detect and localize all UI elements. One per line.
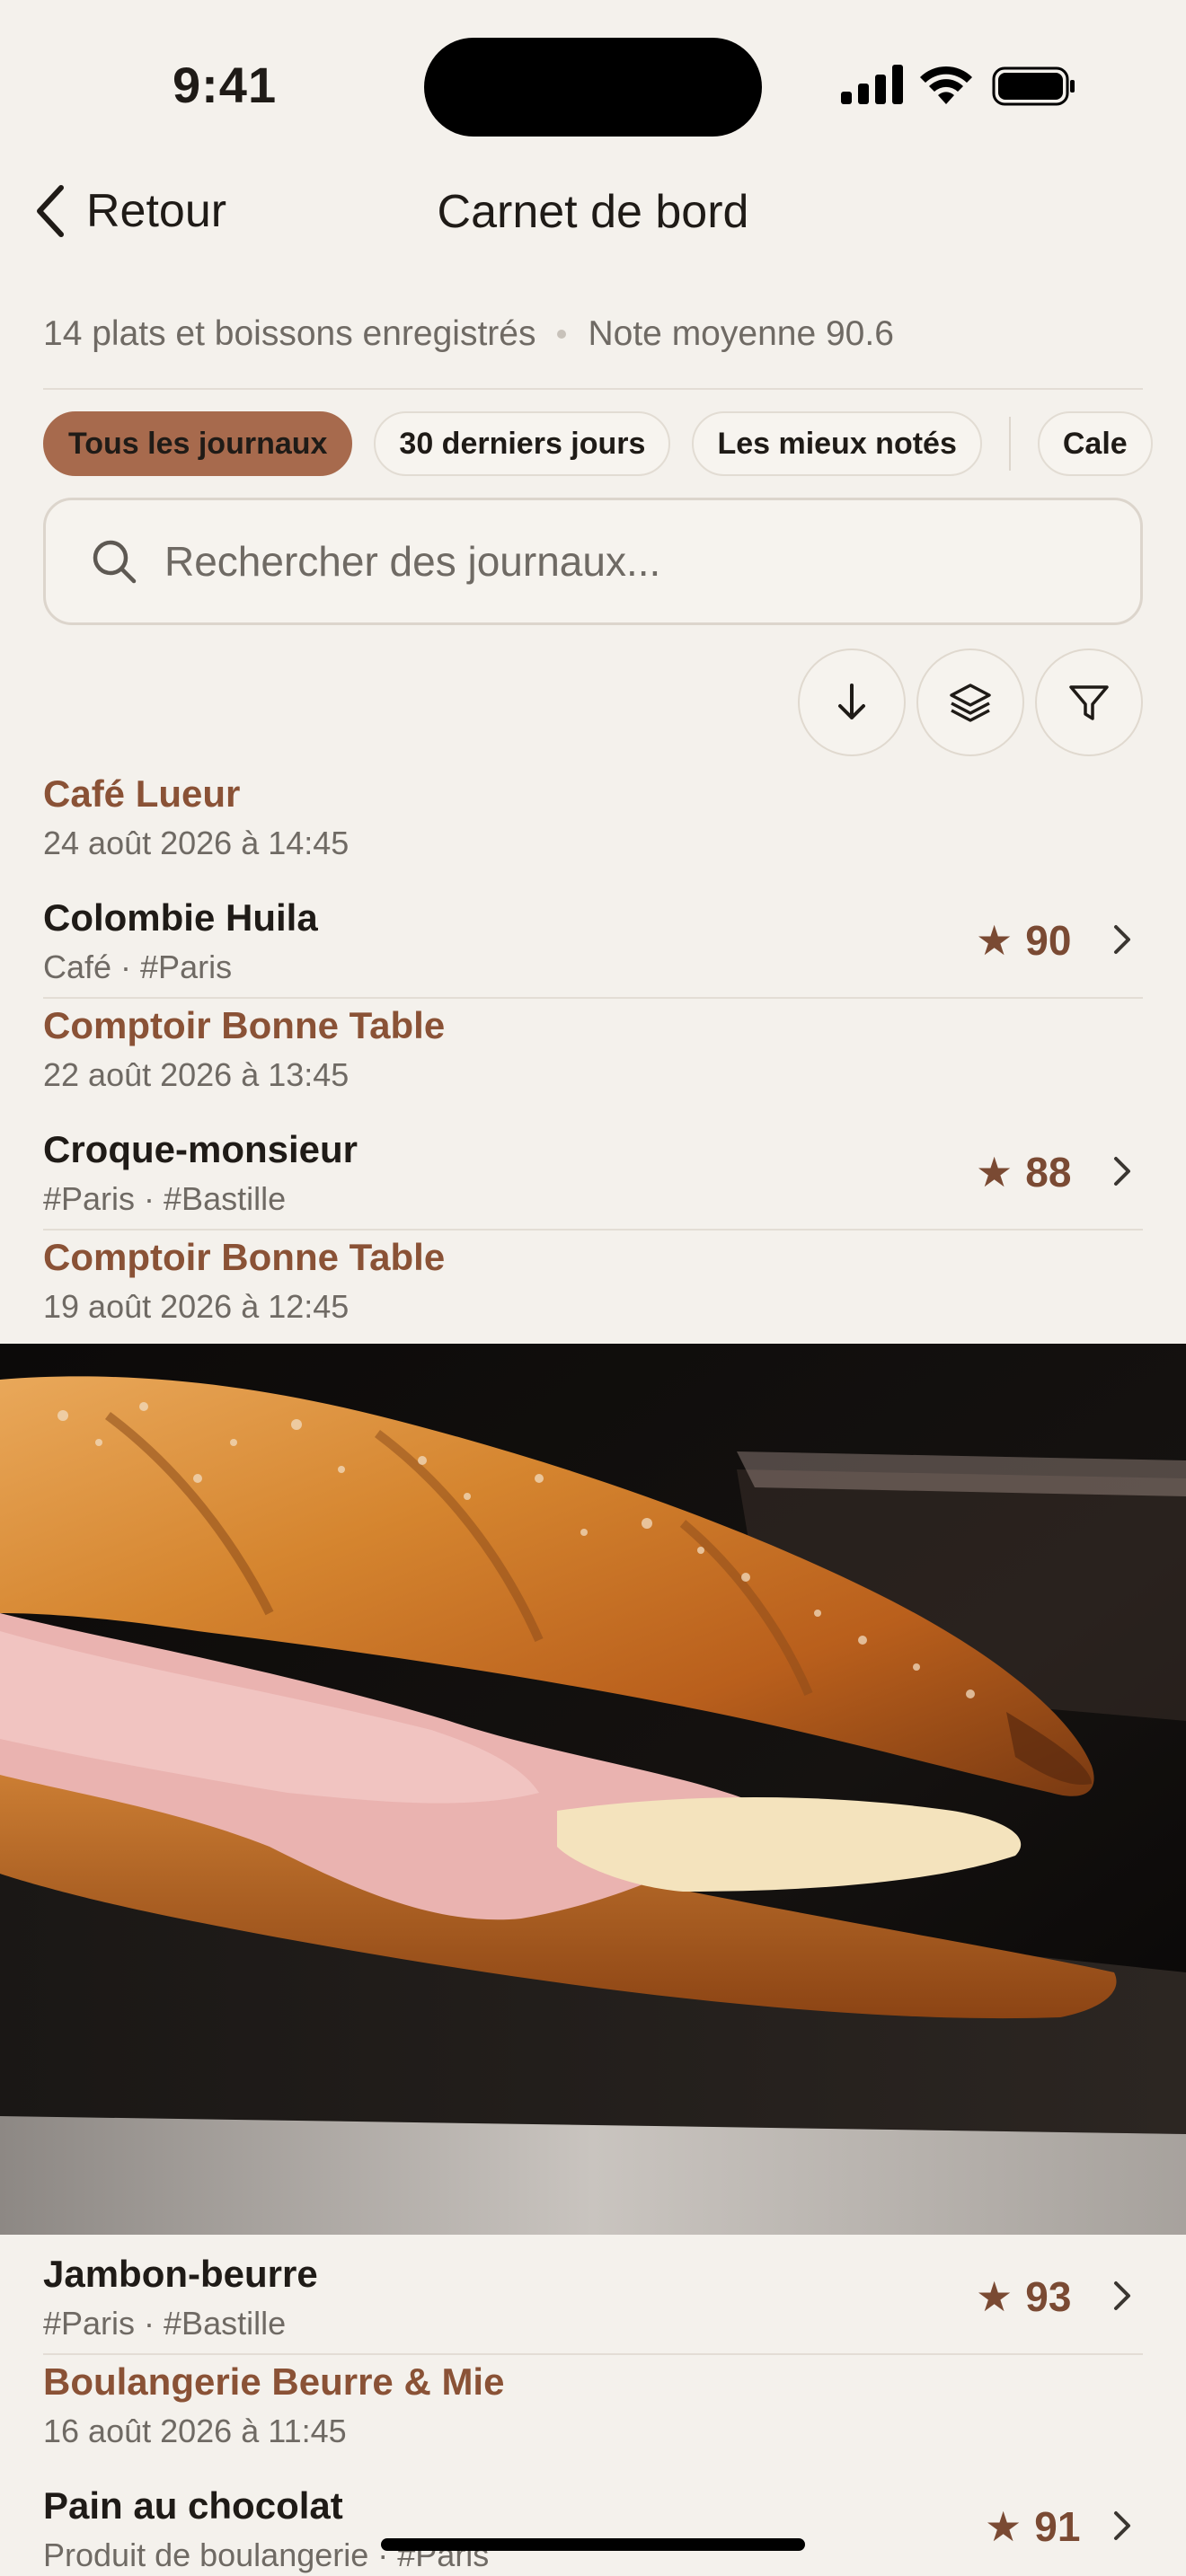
jambon-beurre-photo bbox=[0, 1344, 1186, 2235]
filter-chip-top-rated[interactable]: Les mieux notés bbox=[692, 411, 982, 476]
filter-chip-all[interactable]: Tous les journaux bbox=[43, 411, 353, 476]
entry-name[interactable]: Colombie Huila bbox=[43, 896, 318, 940]
home-indicator[interactable] bbox=[381, 2538, 805, 2551]
group-button[interactable] bbox=[916, 648, 1024, 756]
star-icon: ★ bbox=[976, 1149, 1013, 1195]
chip-divider bbox=[1008, 417, 1011, 471]
entry-tags: #Paris · #Bastille bbox=[43, 1180, 287, 1217]
entry-tags: #Paris · #Bastille bbox=[43, 2305, 287, 2342]
entry-venue[interactable]: Comptoir Bonne Table bbox=[43, 1004, 445, 1047]
average-rating: Note moyenne 90.6 bbox=[588, 314, 894, 353]
entry-venue[interactable]: Café Lueur bbox=[43, 772, 240, 816]
filter-icon bbox=[1069, 685, 1109, 720]
summary-line: 14 plats et boissons enregistrés Note mo… bbox=[43, 314, 894, 354]
chevron-right-icon[interactable] bbox=[1111, 922, 1134, 957]
sort-button[interactable] bbox=[798, 648, 906, 756]
page-title: Carnet de bord bbox=[437, 186, 749, 238]
arrow-down-icon bbox=[838, 684, 865, 719]
entry-date: 24 août 2026 à 14:45 bbox=[43, 825, 350, 861]
entry-rating: ★ 88 bbox=[976, 1148, 1071, 1196]
battery-icon bbox=[992, 66, 1075, 106]
star-icon: ★ bbox=[985, 2503, 1022, 2550]
entry-rating: ★ 90 bbox=[976, 916, 1071, 965]
entry-rating: ★ 93 bbox=[976, 2272, 1071, 2321]
row-divider bbox=[43, 997, 1143, 999]
entry-venue[interactable]: Boulangerie Beurre & Mie bbox=[43, 2360, 504, 2404]
wifi-icon bbox=[920, 66, 972, 104]
rating-value: 88 bbox=[1025, 1149, 1072, 1195]
cellular-signal-icon bbox=[841, 65, 903, 104]
dynamic-island bbox=[424, 38, 762, 137]
entry-date: 16 août 2026 à 11:45 bbox=[43, 2413, 347, 2449]
entry-rating: ★ 91 bbox=[985, 2502, 1080, 2551]
filter-chip-calendar[interactable]: Cale bbox=[1037, 411, 1153, 476]
layers-icon bbox=[950, 684, 991, 722]
rating-value: 91 bbox=[1034, 2503, 1081, 2550]
chevron-right-icon[interactable] bbox=[1111, 2508, 1134, 2544]
entry-name[interactable]: Jambon-beurre bbox=[43, 2253, 318, 2296]
divider bbox=[43, 388, 1143, 390]
filter-chips: Tous les journaux 30 derniers jours Les … bbox=[43, 411, 1153, 476]
search-input[interactable] bbox=[164, 537, 1063, 586]
entry-photo[interactable] bbox=[0, 1344, 1186, 2235]
search-bar[interactable] bbox=[43, 498, 1143, 625]
entry-date: 19 août 2026 à 12:45 bbox=[43, 1288, 350, 1325]
chevron-right-icon[interactable] bbox=[1111, 1153, 1134, 1189]
entry-date: 22 août 2026 à 13:45 bbox=[43, 1056, 350, 1093]
separator-dot bbox=[557, 330, 567, 339]
filter-chip-30-days[interactable]: 30 derniers jours bbox=[374, 411, 671, 476]
filter-button[interactable] bbox=[1035, 648, 1143, 756]
chevron-right-icon[interactable] bbox=[1111, 2278, 1134, 2314]
entry-count: 14 plats et boissons enregistrés bbox=[43, 314, 536, 353]
row-divider bbox=[43, 2353, 1143, 2355]
status-time: 9:41 bbox=[173, 57, 278, 113]
star-icon: ★ bbox=[976, 2273, 1013, 2320]
row-divider bbox=[43, 1229, 1143, 1231]
entry-name[interactable]: Pain au chocolat bbox=[43, 2484, 343, 2527]
rating-value: 90 bbox=[1025, 917, 1072, 964]
star-icon: ★ bbox=[976, 917, 1013, 964]
entry-name[interactable]: Croque-monsieur bbox=[43, 1128, 358, 1171]
search-icon bbox=[93, 540, 137, 584]
rating-value: 93 bbox=[1025, 2273, 1072, 2320]
entry-tags: Café · #Paris bbox=[43, 948, 233, 985]
entry-venue[interactable]: Comptoir Bonne Table bbox=[43, 1236, 445, 1279]
